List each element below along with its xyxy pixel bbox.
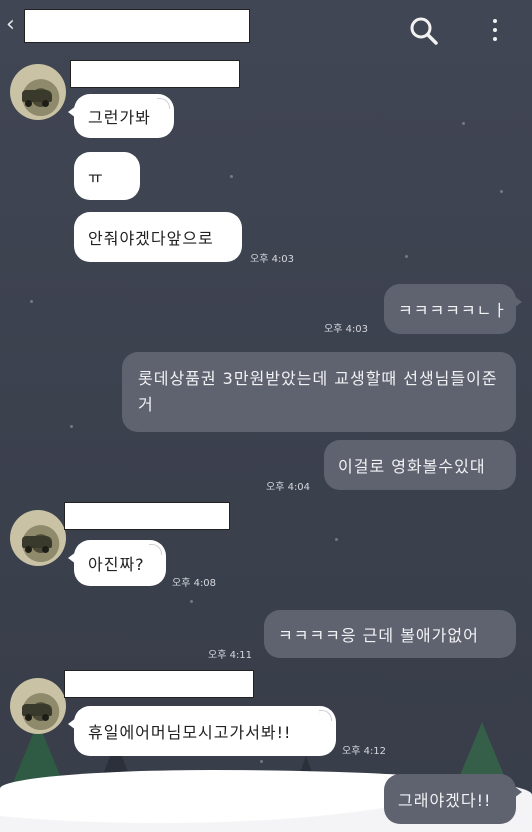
sender-name-redacted (64, 502, 230, 530)
message-text: 롯데상품권 3만원받았는데 교생할때 선생님들이준거 (138, 369, 498, 414)
avatar[interactable] (10, 64, 66, 120)
message-text: ㅋㅋㅋㅋㅋㄴㅏ (398, 301, 509, 320)
star-decoration (462, 122, 465, 125)
star-decoration (230, 175, 233, 178)
message-bubble-incoming[interactable]: 안줘야겠다앞으로 (74, 212, 242, 262)
message-text: ㅠ (88, 168, 104, 187)
message-timestamp: 오후 4:08 (172, 578, 217, 589)
bubble-curl-decoration (319, 710, 332, 721)
message-timestamp: 오후 4:11 (208, 650, 253, 661)
message-bubble-incoming[interactable]: 그런가봐 (68, 94, 174, 138)
message-bubble-incoming[interactable]: ㅠ (74, 152, 140, 200)
avatar[interactable] (10, 510, 66, 566)
message-timestamp: 오후 4:03 (324, 324, 369, 335)
star-decoration (335, 538, 338, 541)
bubble-curl-decoration (157, 98, 170, 109)
message-bubble-outgoing[interactable]: ㅋㅋㅋㅋ응 근데 볼애가없어 (264, 610, 516, 658)
star-decoration (30, 300, 33, 303)
message-bubble-outgoing[interactable]: ㅋㅋㅋㅋㅋㄴㅏ (384, 284, 522, 334)
star-decoration (190, 600, 193, 603)
message-bubble-outgoing[interactable]: 그래야겠다!! (384, 774, 522, 824)
message-text: ㅋㅋㅋㅋ응 근데 볼애가없어 (278, 626, 479, 645)
message-timestamp: 오후 4:12 (342, 746, 387, 757)
star-decoration (500, 190, 503, 193)
message-bubble-incoming[interactable]: 휴일에어머님모시고가서봐!! (68, 706, 336, 756)
search-icon[interactable] (406, 14, 442, 48)
back-arrow-icon[interactable]: ‹ (6, 14, 15, 36)
message-timestamp: 오후 4:03 (250, 254, 295, 265)
more-vertical-icon[interactable] (486, 16, 504, 44)
star-decoration (70, 425, 73, 428)
chat-header: ‹ (0, 0, 532, 52)
bubble-curl-decoration (149, 544, 162, 555)
message-text: 안줘야겠다앞으로 (88, 229, 214, 248)
message-text: 이걸로 영화볼수있대 (338, 457, 486, 476)
chat-title-redacted (24, 9, 250, 43)
message-bubble-incoming[interactable]: 아진짜? (68, 540, 166, 586)
message-bubble-outgoing[interactable]: 롯데상품권 3만원받았는데 교생할때 선생님들이준거 (122, 352, 516, 432)
message-text: 아진짜? (88, 555, 145, 574)
avatar[interactable] (10, 678, 66, 734)
sender-name-redacted (70, 60, 240, 88)
message-text: 그래야겠다!! (398, 791, 492, 810)
sender-name-redacted (64, 670, 254, 698)
star-decoration (260, 760, 263, 763)
message-bubble-outgoing[interactable]: 이걸로 영화볼수있대 (324, 440, 516, 490)
message-text: 그런가봐 (88, 108, 151, 127)
star-decoration (405, 255, 408, 258)
message-timestamp: 오후 4:04 (266, 482, 311, 493)
message-text: 휴일에어머님모시고가서봐!! (88, 723, 292, 742)
